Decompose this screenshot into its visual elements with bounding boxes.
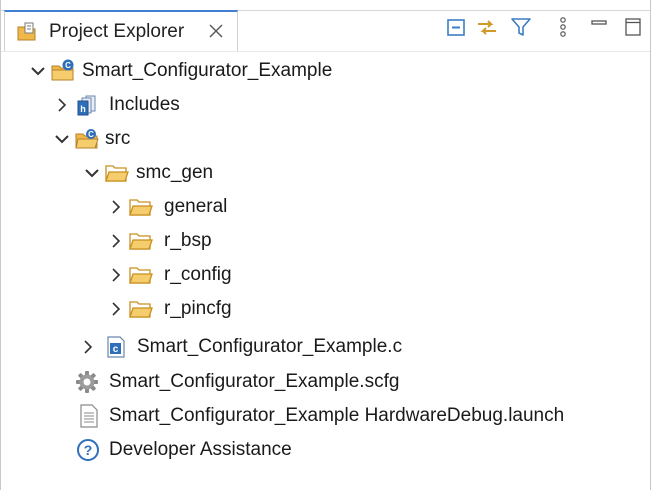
- tab-project-explorer[interactable]: Project Explorer: [4, 10, 238, 52]
- tree-item[interactable]: C Smart_Configurator_Example: [1, 54, 650, 88]
- link-with-editor-icon[interactable]: [475, 15, 499, 39]
- source-folder-icon: C: [75, 127, 99, 151]
- folder-icon: [129, 229, 153, 253]
- svg-text:c: c: [113, 344, 119, 355]
- tree-item-label: Smart_Configurator_Example: [82, 60, 333, 81]
- chevron-right-icon[interactable]: [107, 198, 125, 216]
- svg-text:?: ?: [84, 442, 93, 458]
- close-icon[interactable]: [207, 22, 225, 40]
- c-project-folder-icon: C: [51, 59, 75, 83]
- gear-icon: [75, 370, 99, 394]
- view-menu-icon[interactable]: [551, 15, 575, 39]
- tree-item[interactable]: c Smart_Configurator_Example.c: [1, 330, 650, 364]
- tree-item[interactable]: Smart_Configurator_Example HardwareDebug…: [1, 399, 650, 433]
- tree-item[interactable]: ? Developer Assistance: [1, 433, 650, 467]
- tree-item[interactable]: Smart_Configurator_Example.scfg: [1, 365, 650, 399]
- tree-item-label: Smart_Configurator_Example.c: [137, 336, 403, 357]
- tree-item-label: src: [105, 128, 131, 149]
- folder-icon: [129, 195, 153, 219]
- tree-item-label: r_bsp: [164, 230, 212, 251]
- collapse-all-icon[interactable]: [444, 15, 468, 39]
- svg-text:C: C: [88, 130, 94, 139]
- tree-item-label: Smart_Configurator_Example HardwareDebug…: [109, 405, 565, 426]
- chevron-down-icon[interactable]: [53, 130, 71, 148]
- tree-item[interactable]: r_config: [1, 258, 650, 292]
- project-explorer-icon: [16, 21, 38, 43]
- folder-icon: [129, 297, 153, 321]
- folder-icon: [129, 263, 153, 287]
- maximize-icon[interactable]: [621, 15, 645, 39]
- view-tab-bar: Project Explorer: [1, 0, 650, 52]
- tree-item-label: smc_gen: [136, 162, 214, 183]
- help-icon: ?: [76, 438, 100, 462]
- tree-item[interactable]: C src: [1, 122, 650, 156]
- folder-icon: [105, 161, 129, 185]
- chevron-down-icon[interactable]: [29, 62, 47, 80]
- tree-item[interactable]: r_pincfg: [1, 292, 650, 326]
- svg-text:h: h: [80, 104, 86, 114]
- chevron-right-icon[interactable]: [107, 300, 125, 318]
- tree-item-label: r_config: [164, 264, 232, 285]
- tree-item-label: Developer Assistance: [109, 439, 292, 460]
- chevron-right-icon[interactable]: [107, 266, 125, 284]
- project-tree: C Smart_Configurator_Example h Includes: [1, 52, 650, 490]
- launch-file-icon: [77, 404, 101, 428]
- c-file-icon: c: [104, 335, 128, 359]
- tab-title: Project Explorer: [49, 21, 185, 42]
- filter-icon[interactable]: [509, 15, 533, 39]
- includes-icon: h: [75, 93, 99, 117]
- tree-item[interactable]: r_bsp: [1, 224, 650, 258]
- tree-item-label: r_pincfg: [164, 298, 232, 319]
- tree-item-label: general: [164, 196, 228, 217]
- tree-item-label: Includes: [109, 94, 180, 115]
- project-explorer-view: Project Explorer C Smart_Configurator_Ex…: [0, 0, 651, 490]
- tree-item[interactable]: general: [1, 190, 650, 224]
- svg-text:C: C: [65, 61, 71, 70]
- tree-item[interactable]: h Includes: [1, 88, 650, 122]
- tree-item[interactable]: smc_gen: [1, 156, 650, 190]
- chevron-right-icon[interactable]: [53, 96, 71, 114]
- chevron-right-icon[interactable]: [107, 232, 125, 250]
- chevron-right-icon[interactable]: [79, 338, 97, 356]
- minimize-icon[interactable]: [587, 15, 611, 39]
- tree-item-label: Smart_Configurator_Example.scfg: [109, 371, 400, 392]
- chevron-down-icon[interactable]: [83, 164, 101, 182]
